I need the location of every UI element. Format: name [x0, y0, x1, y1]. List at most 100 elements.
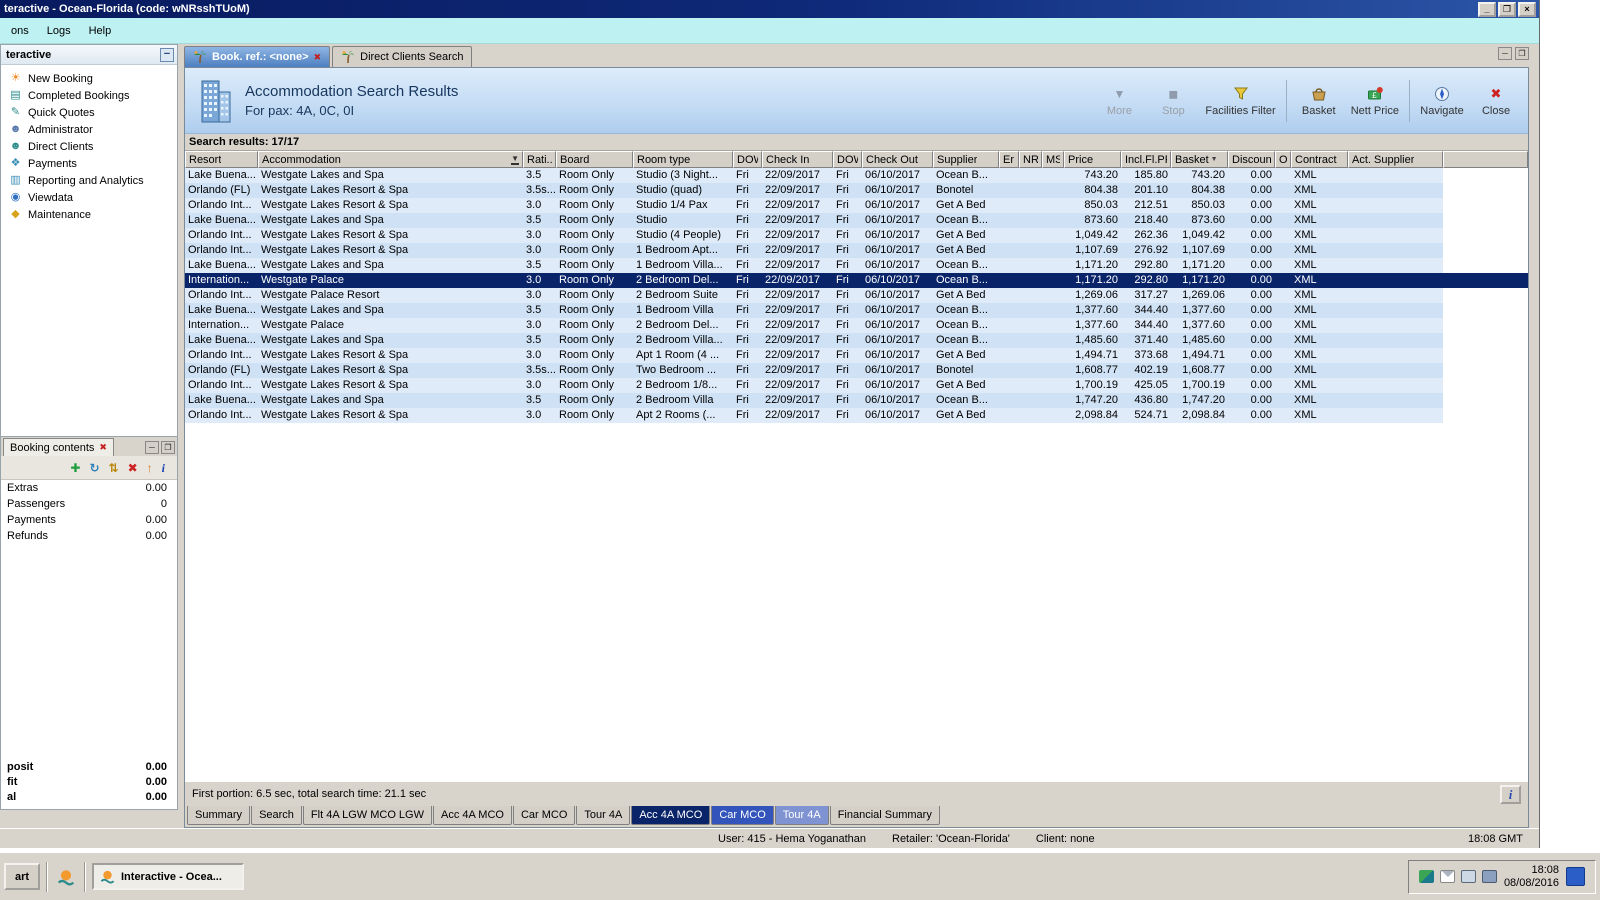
table-row[interactable]: Internation...Westgate Palace3.0Room Onl… [185, 273, 1528, 288]
restore-button[interactable]: ❐ [1498, 2, 1516, 17]
menu-logs[interactable]: Logs [38, 22, 80, 40]
cell-incl-fl-pp: 276.92 [1121, 243, 1171, 258]
sidebar-item-direct-clients[interactable]: ☻Direct Clients [1, 138, 177, 155]
bottom-tab-flt-4a-lgw-mco-lgw[interactable]: Flt 4A LGW MCO LGW [303, 806, 432, 825]
refresh-icon[interactable]: ↻ [89, 461, 99, 475]
transfer-icon[interactable]: ⇅ [109, 461, 119, 475]
table-row[interactable]: Internation...Westgate Palace3.0Room Onl… [185, 318, 1443, 333]
table-row[interactable]: Orlando Int...Westgate Lakes Resort & Sp… [185, 198, 1443, 213]
navigate-button[interactable]: Navigate [1420, 85, 1464, 117]
table-row[interactable]: Orlando Int...Westgate Lakes Resort & Sp… [185, 378, 1443, 393]
sidebar-item-quick-quotes[interactable]: ✎Quick Quotes [1, 104, 177, 121]
tabgroup-minimize-button[interactable]: ─ [1498, 47, 1512, 60]
sidebar-item-completed-bookings[interactable]: ▤Completed Bookings [1, 87, 177, 104]
bottom-tab-car-mco[interactable]: Car MCO [513, 806, 575, 825]
bottom-tab-acc-4a-mco[interactable]: Acc 4A MCO [631, 806, 710, 825]
table-row[interactable]: Orlando (FL)Westgate Lakes Resort & Spa3… [185, 363, 1443, 378]
column-header-basket[interactable]: Basket▼ [1171, 151, 1228, 168]
tab-book-ref-none[interactable]: Book. ref.: <none>✖ [184, 46, 330, 67]
sidebar-item-administrator[interactable]: ☻Administrator [1, 121, 177, 138]
tab-direct-clients-search[interactable]: Direct Clients Search [332, 46, 472, 67]
tabstrip-controls: ─ ❐ [1498, 47, 1529, 60]
nett-price-button[interactable]: £Nett Price [1351, 85, 1399, 117]
column-header-room-type[interactable]: Room type [633, 151, 733, 168]
column-header-resort[interactable]: Resort [185, 151, 258, 168]
table-row[interactable]: Lake Buena...Westgate Lakes and Spa3.5Ro… [185, 168, 1443, 183]
bottom-tab-financial-summary[interactable]: Financial Summary [830, 806, 940, 825]
table-row[interactable]: Orlando (FL)Westgate Lakes Resort & Spa3… [185, 183, 1443, 198]
tabgroup-restore-button[interactable]: ❐ [1515, 47, 1529, 60]
tray-mail-icon[interactable] [1440, 870, 1455, 883]
quicklaunch-app-icon[interactable] [54, 865, 78, 889]
bottom-tab-summary[interactable]: Summary [187, 806, 250, 825]
column-header-rati[interactable]: Rati... [523, 151, 556, 168]
sidebar-item-reporting-and-analytics[interactable]: ▥Reporting and Analytics [1, 172, 177, 189]
column-header-price[interactable]: Price [1064, 151, 1121, 168]
table-row[interactable]: Lake Buena...Westgate Lakes and Spa3.5Ro… [185, 393, 1443, 408]
delete-icon[interactable]: ✖ [128, 461, 138, 475]
bottom-tab-car-mco[interactable]: Car MCO [711, 806, 773, 825]
column-header-act-supplier[interactable]: Act. Supplier [1348, 151, 1443, 168]
table-row[interactable]: Lake Buena...Westgate Lakes and Spa3.5Ro… [185, 303, 1443, 318]
taskbar-clock[interactable]: 18:08 08/08/2016 [1504, 864, 1559, 890]
table-row[interactable]: Orlando Int...Westgate Palace Resort3.0R… [185, 288, 1443, 303]
column-header-check-out[interactable]: Check Out [862, 151, 933, 168]
column-header-er[interactable]: Er [999, 151, 1019, 168]
facilities-filter-button[interactable]: Facilities Filter [1205, 85, 1275, 117]
column-header-discount[interactable]: Discount [1228, 151, 1275, 168]
sidebar-item-viewdata[interactable]: ◉Viewdata [1, 189, 177, 206]
close-button[interactable]: × [1518, 2, 1536, 17]
table-row[interactable]: Lake Buena...Westgate Lakes and Spa3.5Ro… [185, 258, 1443, 273]
column-header-ms[interactable]: MS [1042, 151, 1064, 168]
bottom-tab-tour-4a[interactable]: Tour 4A [576, 806, 630, 825]
nett-price-icon: £ [1367, 85, 1383, 103]
sidebar-item-payments[interactable]: ❖Payments [1, 155, 177, 172]
column-header-incl-fl-pp[interactable]: Incl.Fl.PP [1121, 151, 1171, 168]
panel-restore-button[interactable]: ❐ [161, 441, 175, 454]
start-button[interactable]: art [4, 863, 40, 890]
bottom-tab-acc-4a-mco[interactable]: Acc 4A MCO [433, 806, 512, 825]
table-row[interactable]: Lake Buena...Westgate Lakes and Spa3.5Ro… [185, 213, 1443, 228]
bottom-tab-tour-4a[interactable]: Tour 4A [775, 806, 829, 825]
column-header-dow[interactable]: DOW [833, 151, 862, 168]
column-header-dow[interactable]: DOW [733, 151, 762, 168]
tray-network-status-icon[interactable] [1566, 867, 1585, 886]
minimize-button[interactable]: _ [1478, 2, 1496, 17]
info-button[interactable]: i [1500, 785, 1521, 804]
cell-dow: Fri [833, 303, 862, 318]
tray-audio-icon[interactable] [1482, 870, 1497, 883]
column-header-nr[interactable]: NR [1019, 151, 1042, 168]
menu-help[interactable]: Help [80, 22, 121, 40]
basket-button[interactable]: Basket [1297, 85, 1341, 117]
panel-minimize-button[interactable]: ─ [145, 441, 159, 454]
booking-contents-tab[interactable]: Booking contents ✖ [3, 438, 114, 456]
promote-icon[interactable]: ↑ [147, 461, 153, 475]
column-header-accommodation[interactable]: Accommodation▼ [258, 151, 523, 168]
collapse-button[interactable]: − [160, 48, 174, 62]
column-header-of[interactable]: Of [1275, 151, 1291, 168]
column-header-check-in[interactable]: Check In [762, 151, 833, 168]
table-row[interactable]: Orlando Int...Westgate Lakes Resort & Sp… [185, 348, 1443, 363]
close-button[interactable]: ✖Close [1474, 85, 1518, 117]
table-row[interactable]: Orlando Int...Westgate Lakes Resort & Sp… [185, 408, 1443, 423]
tray-network-icon[interactable] [1461, 870, 1476, 883]
sidebar-item-new-booking[interactable]: ☀New Booking [1, 70, 177, 87]
table-row[interactable]: Lake Buena...Westgate Lakes and Spa3.5Ro… [185, 333, 1443, 348]
taskbar-task-button[interactable]: Interactive - Ocea... [92, 863, 244, 890]
table-row[interactable]: Orlando Int...Westgate Lakes Resort & Sp… [185, 228, 1443, 243]
cell-basket: 804.38 [1171, 183, 1228, 198]
booking-contents-close-icon[interactable]: ✖ [99, 443, 107, 452]
menu-ons[interactable]: ons [2, 22, 38, 40]
add-icon[interactable]: ✚ [70, 461, 80, 475]
filter-funnel-icon[interactable]: ▼ [511, 155, 519, 165]
info-icon[interactable]: i [162, 461, 165, 475]
tray-app-icon[interactable] [1419, 870, 1434, 883]
bottom-tab-search[interactable]: Search [251, 806, 302, 825]
column-header-board[interactable]: Board [556, 151, 633, 168]
table-row[interactable]: Orlando Int...Westgate Lakes Resort & Sp… [185, 243, 1443, 258]
explorer-title: teractive [6, 49, 51, 61]
column-header-contract[interactable]: Contract [1291, 151, 1348, 168]
sidebar-item-maintenance[interactable]: ◆Maintenance [1, 206, 177, 223]
column-header-supplier[interactable]: Supplier [933, 151, 999, 168]
tab-close-icon[interactable]: ✖ [314, 53, 322, 62]
